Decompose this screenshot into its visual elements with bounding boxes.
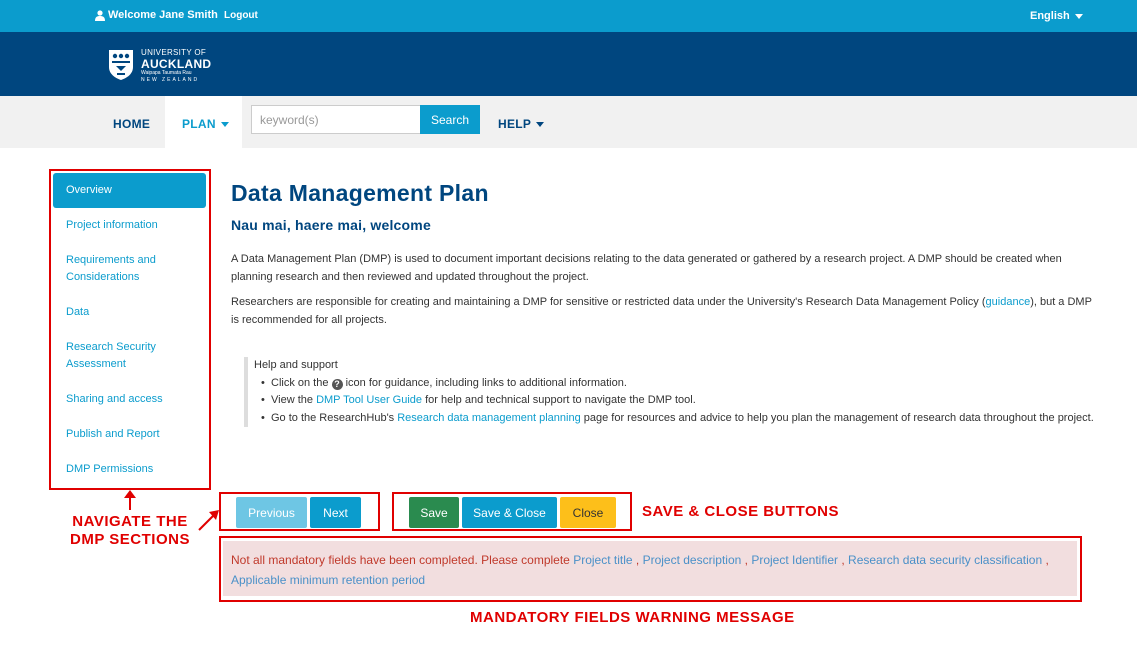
annotation-arrows (124, 490, 219, 531)
annotation-save-close-label: SAVE & CLOSE BUTTONS (642, 503, 839, 520)
annotation-navigate-label: NAVIGATE THE DMP SECTIONS (70, 513, 190, 548)
annotation-mandatory-label: MANDATORY FIELDS WARNING MESSAGE (470, 609, 795, 626)
